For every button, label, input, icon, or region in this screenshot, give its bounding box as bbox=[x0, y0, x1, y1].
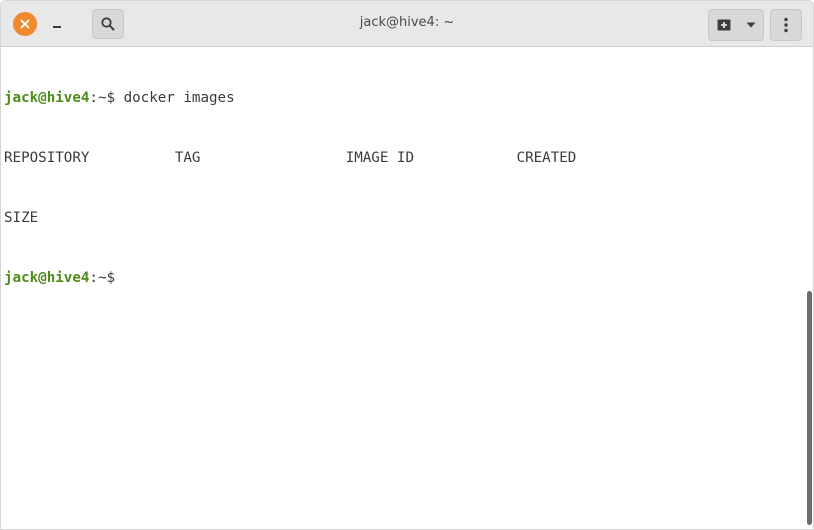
new-tab-button[interactable] bbox=[709, 10, 739, 40]
terminal-line-command: jack@hive4:~$ docker images bbox=[4, 88, 805, 108]
kebab-menu-icon bbox=[784, 17, 788, 33]
header-repository: REPOSITORY bbox=[4, 150, 175, 166]
titlebar: jack@hive4: ~ bbox=[1, 1, 813, 47]
command-text: docker images bbox=[123, 90, 235, 106]
terminal-line-header: REPOSITORY TAG IMAGE ID CREATED bbox=[4, 148, 805, 168]
scrollbar-thumb[interactable] bbox=[807, 291, 812, 525]
new-tab-icon bbox=[717, 19, 731, 31]
prompt-user-host: jack@hive4 bbox=[4, 270, 90, 286]
main-menu-button[interactable] bbox=[770, 9, 802, 41]
scrollbar-track[interactable] bbox=[805, 48, 813, 529]
terminal-output[interactable]: jack@hive4:~$ docker images REPOSITORY T… bbox=[1, 48, 805, 529]
terminal-line-size: SIZE bbox=[4, 210, 39, 226]
terminal-window: jack@hive4: ~ jack@hive4:~$ docker image… bbox=[0, 0, 814, 530]
prompt-path: :~$ bbox=[89, 270, 116, 286]
new-tab-dropdown-button[interactable] bbox=[739, 10, 763, 40]
minimize-icon bbox=[53, 26, 61, 28]
prompt-user-host: jack@hive4 bbox=[4, 90, 90, 106]
header-created: CREATED bbox=[516, 150, 577, 166]
header-image-id: IMAGE ID bbox=[345, 150, 517, 166]
chevron-down-icon bbox=[746, 22, 756, 28]
close-icon bbox=[20, 19, 30, 29]
search-button[interactable] bbox=[92, 9, 124, 39]
terminal-line-prompt: jack@hive4:~$ bbox=[4, 268, 805, 288]
close-button[interactable] bbox=[13, 12, 37, 36]
search-icon bbox=[101, 17, 115, 31]
minimize-button[interactable] bbox=[45, 12, 69, 36]
header-tag: TAG bbox=[174, 150, 346, 166]
prompt-path: :~$ bbox=[89, 90, 124, 106]
new-tab-group bbox=[708, 9, 764, 41]
